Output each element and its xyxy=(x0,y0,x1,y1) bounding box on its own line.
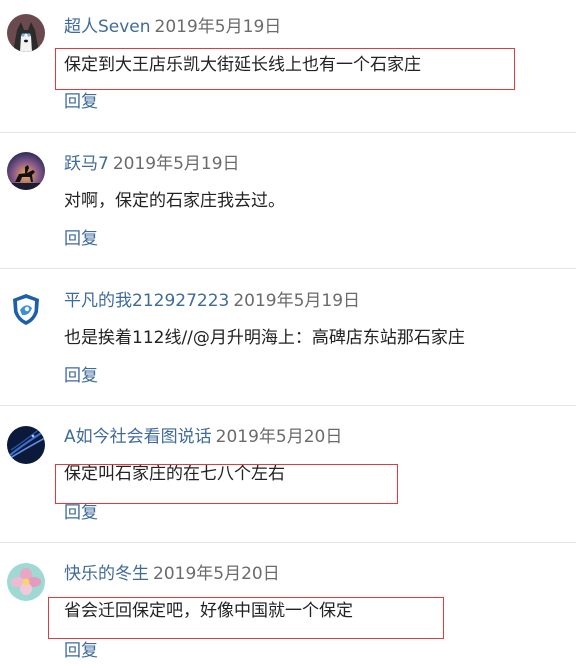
reply-button[interactable]: 回复 xyxy=(64,228,98,250)
username[interactable]: 超人Seven xyxy=(64,17,151,37)
username[interactable]: 跃马7 xyxy=(64,154,109,174)
reply-button[interactable]: 回复 xyxy=(64,365,98,387)
username[interactable]: A如今社会看图说话 xyxy=(64,427,212,447)
comment-date: 2019年5月20日 xyxy=(153,564,280,584)
comment-date: 2019年5月19日 xyxy=(154,17,282,37)
horse-rider-silhouette-avatar-icon[interactable] xyxy=(7,152,45,190)
comment-text: 省会迁回保定吧，好像中国就一个保定 xyxy=(64,601,353,621)
divider xyxy=(0,542,576,543)
comment-date: 2019年5月19日 xyxy=(233,291,361,311)
comment-text: 保定叫石家庄的在七八个左右 xyxy=(64,464,285,484)
comment-list: 超人Seven 2019年5月19日 保定到大王店乐凯大街延长线上也有一个石家庄 … xyxy=(0,0,576,664)
reply-button[interactable]: 回复 xyxy=(64,91,98,113)
comment-text: 对啊，保定的石家庄我去过。 xyxy=(64,191,285,211)
username[interactable]: 平凡的我212927223 xyxy=(64,291,229,311)
reply-button[interactable]: 回复 xyxy=(64,502,98,524)
comment-text: 也是挨着112线//@月升明海上：高碑店东站那石家庄 xyxy=(64,328,465,348)
reply-button[interactable]: 回复 xyxy=(64,640,98,662)
comment-date: 2019年5月19日 xyxy=(112,154,240,174)
shield-badge-avatar-icon[interactable] xyxy=(7,290,45,328)
username[interactable]: 快乐的冬生 xyxy=(64,564,149,584)
divider xyxy=(0,405,576,406)
comment-text: 保定到大王店乐凯大街延长线上也有一个石家庄 xyxy=(64,55,421,75)
flower-avatar-icon[interactable] xyxy=(7,563,45,601)
husky-dog-avatar-icon[interactable] xyxy=(7,14,45,52)
divider xyxy=(0,132,576,133)
comment-date: 2019年5月20日 xyxy=(215,427,343,447)
dark-blue-swirl-avatar-icon[interactable] xyxy=(7,426,45,464)
divider xyxy=(0,268,576,269)
